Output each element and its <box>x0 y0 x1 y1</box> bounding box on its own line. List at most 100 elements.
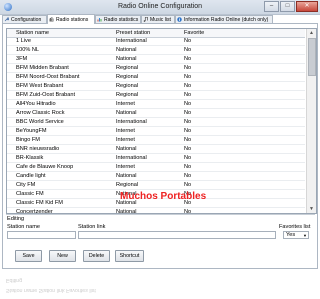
favorites-list-label: Favorites list <box>279 224 311 230</box>
scroll-down-icon[interactable]: ▼ <box>307 205 316 213</box>
cell-favorite: No <box>184 146 192 152</box>
radio-stations-panel: Station name Preset station Favorite 1 L… <box>2 23 318 269</box>
cell-preset: National <box>116 173 137 179</box>
table-row[interactable]: BR-Klassik International No <box>7 154 305 163</box>
cell-name: BR-Klassik <box>16 155 44 161</box>
cell-name: BFM Zuid-Oost Brabant <box>16 92 76 98</box>
table-row[interactable]: 3FM National No <box>7 55 305 64</box>
reflection-row: Editing <box>6 277 23 283</box>
cell-name: All4You Hitradio <box>16 101 56 107</box>
vertical-scrollbar[interactable]: ▲ ▼ <box>306 29 316 213</box>
cell-preset: Internet <box>116 164 135 170</box>
cell-favorite: No <box>184 137 192 143</box>
cell-favorite: No <box>184 83 192 89</box>
cell-name: 100% NL <box>16 47 40 53</box>
cell-preset: Regional <box>116 92 139 98</box>
cell-preset: International <box>116 155 147 161</box>
table-row[interactable]: BBC World Service International No <box>7 118 305 127</box>
cell-name: 3FM <box>16 56 28 62</box>
scroll-thumb[interactable] <box>308 38 316 76</box>
cell-name: BFM West Brabant <box>16 83 64 89</box>
cell-name: BeYoungFM <box>16 128 47 134</box>
table-row[interactable]: BFM West Brabant Regional No <box>7 82 305 91</box>
table-row[interactable]: BFM Midden Brabant Regional No <box>7 64 305 73</box>
tab-configuration[interactable]: Configuration <box>2 15 47 23</box>
station-name-input[interactable] <box>7 231 76 239</box>
cell-name: BBC World Service <box>16 119 64 125</box>
minimize-button[interactable]: – <box>264 1 279 12</box>
grid-rows: 1 Live International No 100% NL National No 3F… <box>7 37 305 213</box>
shortcut-button[interactable]: Shortcut <box>115 250 144 262</box>
cell-name: 1 Live <box>16 38 31 44</box>
cell-preset: Internet <box>116 101 135 107</box>
favorites-select[interactable]: Yes ▼ <box>283 231 309 239</box>
save-button[interactable]: Save <box>15 250 42 262</box>
table-row[interactable]: 1 Live International No <box>7 37 305 46</box>
cell-preset: National <box>116 47 137 53</box>
table-row[interactable]: Cafe de Blauwe Knoop Internet No <box>7 163 305 172</box>
cell-name: Classic FM Kid FM <box>16 200 63 206</box>
tab-radio-statistics[interactable]: Radio statistics <box>95 15 141 23</box>
scroll-up-icon[interactable]: ▲ <box>307 29 316 37</box>
cell-name: Arrow Classic Rock <box>16 110 65 116</box>
tab-radio-stations[interactable]: Radio stations <box>47 14 95 24</box>
tab-information[interactable]: Information Radio Online (dutch only) <box>175 15 273 23</box>
cell-preset: Internet <box>116 128 135 134</box>
chevron-down-icon: ▼ <box>303 233 307 238</box>
table-row[interactable]: BeYoungFM Internet No <box>7 127 305 136</box>
cell-favorite: No <box>184 74 192 80</box>
cell-favorite: No <box>184 119 192 125</box>
cell-name: BFM Midden Brabant <box>16 65 69 71</box>
cell-favorite: No <box>184 101 192 107</box>
close-button[interactable]: ✕ <box>296 1 318 12</box>
table-row[interactable]: BFM Zuid-Oost Brabant Regional No <box>7 91 305 100</box>
radio-icon <box>49 17 54 22</box>
table-row[interactable]: 100% NL National No <box>7 46 305 55</box>
table-row[interactable]: Bingo FM Internet No <box>7 136 305 145</box>
table-row[interactable]: Candle light National No <box>7 172 305 181</box>
table-row[interactable]: City FM Regional No <box>7 181 305 190</box>
header-station-name[interactable]: Station name <box>16 30 49 36</box>
wrench-icon <box>4 17 10 22</box>
editing-label: Editing <box>7 216 25 222</box>
reflection-row: Station name Station link Favorites list <box>6 287 96 293</box>
cell-preset: Regional <box>116 83 139 89</box>
cell-preset: International <box>116 38 147 44</box>
cell-preset: Regional <box>116 74 139 80</box>
header-preset-station[interactable]: Preset station <box>116 30 150 36</box>
stations-grid: Station name Preset station Favorite 1 L… <box>6 28 317 214</box>
new-button[interactable]: New <box>49 250 76 262</box>
cell-preset: Regional <box>116 65 139 71</box>
cell-preset: Internet <box>116 137 135 143</box>
editing-section: Editing Station name Station link Favori… <box>6 214 315 249</box>
cell-favorite: No <box>184 56 192 62</box>
window-controls: – □ ✕ <box>263 1 318 12</box>
cell-preset: Regional <box>116 182 139 188</box>
table-row[interactable]: All4You Hitradio Internet No <box>7 100 305 109</box>
header-favorite[interactable]: Favorite <box>184 30 204 36</box>
cell-preset: National <box>116 56 137 62</box>
maximize-button[interactable]: □ <box>280 1 295 12</box>
cell-preset: International <box>116 119 147 125</box>
cell-preset: National <box>116 146 137 152</box>
title-bar: Radio Online Configuration – □ ✕ <box>0 0 320 15</box>
cell-favorite: No <box>184 110 192 116</box>
cell-name: City FM <box>16 182 36 188</box>
cell-favorite: No <box>184 173 192 179</box>
table-row[interactable]: Arrow Classic Rock National No <box>7 109 305 118</box>
cell-favorite: No <box>184 92 192 98</box>
delete-button[interactable]: Delete <box>83 250 110 262</box>
station-name-label: Station name <box>7 224 40 230</box>
tab-music-list[interactable]: Music list <box>141 15 175 23</box>
window-reflection: Station name Station link Favorites list… <box>2 270 318 299</box>
station-link-input[interactable] <box>78 231 276 239</box>
cell-name: BNR nieuwsradio <box>16 146 60 152</box>
chart-icon <box>97 17 102 22</box>
watermark-text: Muchos Portables <box>120 191 207 202</box>
cell-favorite: No <box>184 38 192 44</box>
cell-favorite: No <box>184 65 192 71</box>
cell-favorite: No <box>184 164 192 170</box>
table-row[interactable]: BNR nieuwsradio National No <box>7 145 305 154</box>
table-row[interactable]: BFM Noord-Oost Brabant Regional No <box>7 73 305 82</box>
cell-name: Cafe de Blauwe Knoop <box>16 164 74 170</box>
